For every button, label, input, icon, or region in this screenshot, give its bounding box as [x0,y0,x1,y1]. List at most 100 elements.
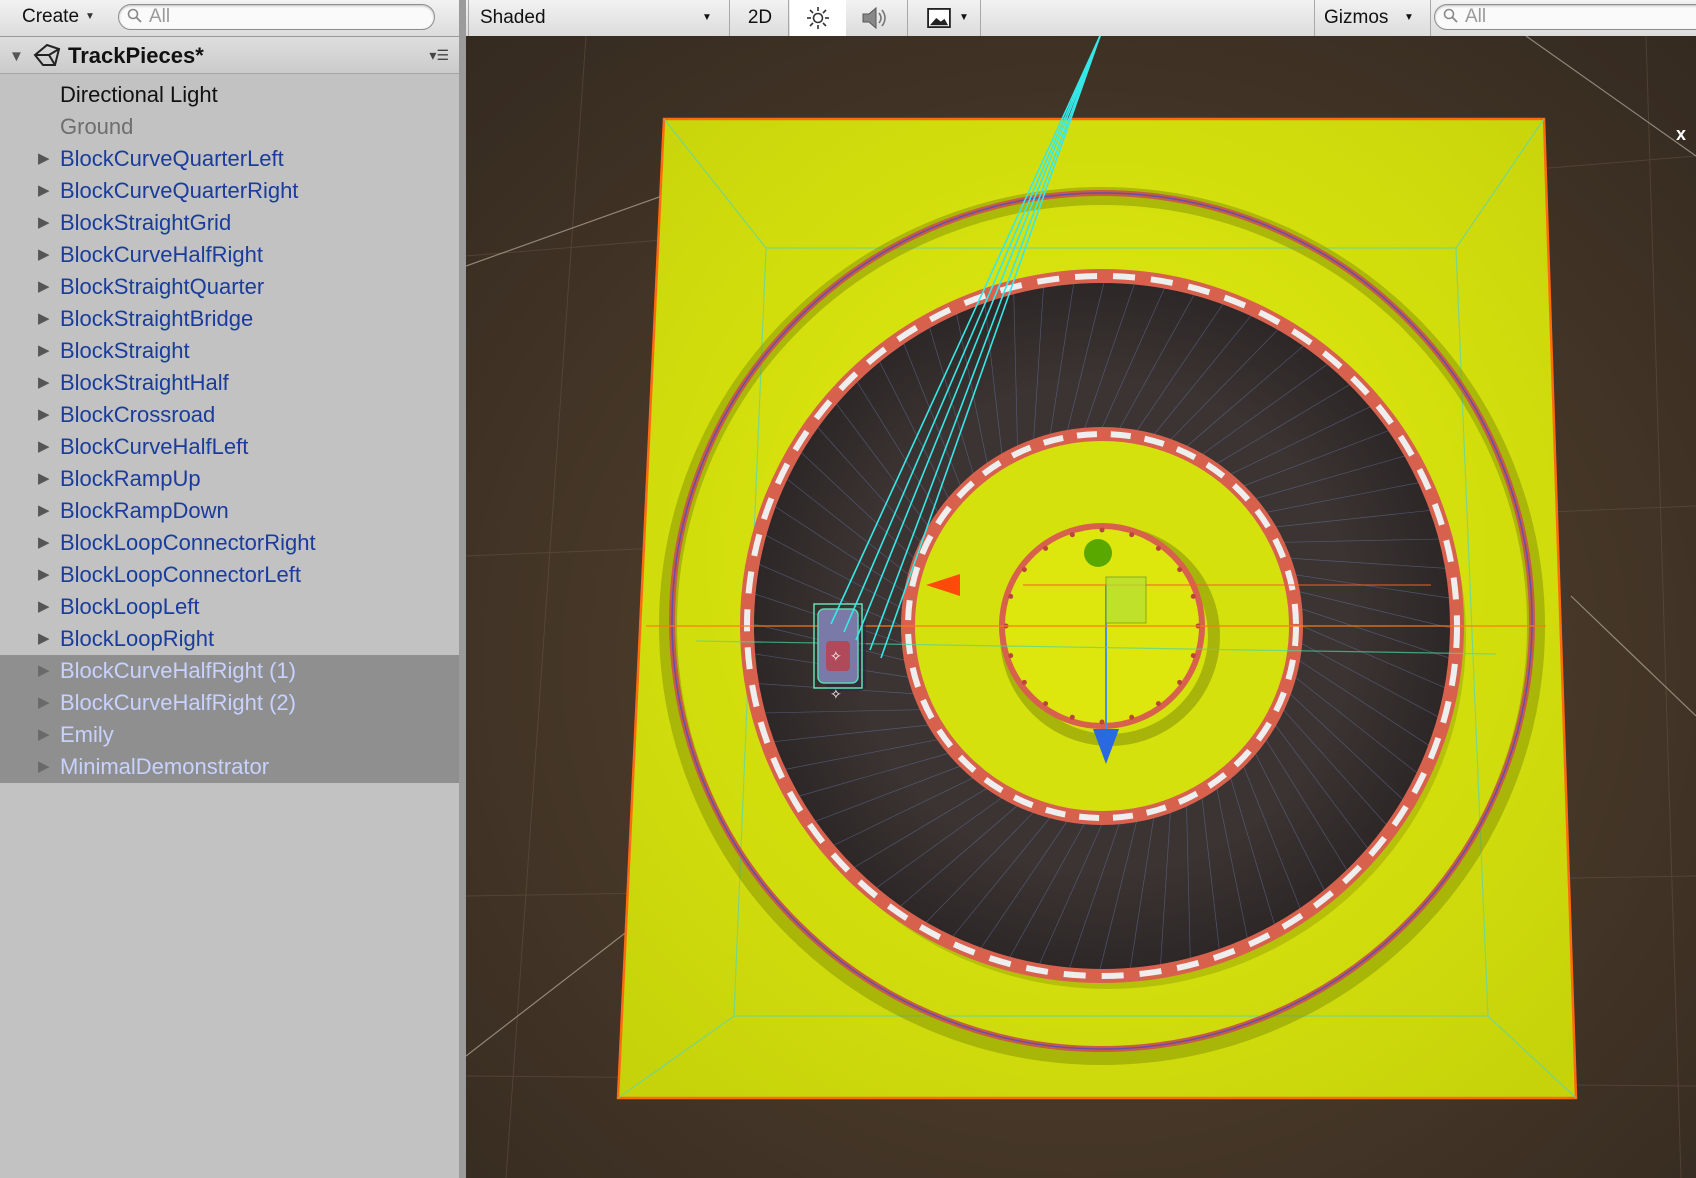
expand-arrow-icon[interactable]: ▶ [38,591,50,623]
hierarchy-item[interactable]: ▶ BlockCurveHalfRight (2) [0,687,459,719]
expand-arrow-icon[interactable]: ▶ [38,207,50,239]
svg-text:✧: ✧ [830,687,842,703]
hierarchy-item-label: BlockStraightBridge [60,306,254,331]
car-object[interactable]: ✧ ✧ [813,603,866,703]
hierarchy-item[interactable]: ▶ BlockLoopConnectorLeft [0,559,459,591]
scene-search-input[interactable]: All [1434,4,1696,30]
expand-arrow-icon[interactable]: ▼ [9,49,24,64]
chevron-down-icon: ▼ [959,12,969,23]
hierarchy-item[interactable]: ▶ BlockCurveHalfRight [0,239,459,271]
2d-toggle-button[interactable]: 2D [738,5,782,31]
hierarchy-item-label: BlockStraightGrid [60,210,232,235]
y-axis-handle[interactable] [1084,539,1112,567]
gizmos-dropdown[interactable]: Gizmos ▼ [1324,0,1424,36]
hierarchy-item-label: BlockCurveHalfLeft [60,434,249,459]
search-icon [127,8,142,23]
expand-arrow-icon[interactable]: ▶ [38,431,50,463]
hierarchy-item-label: BlockCurveHalfRight [60,242,263,267]
hierarchy-item-label: BlockStraight [60,338,190,363]
search-icon [1443,8,1458,23]
panel-splitter[interactable] [459,0,466,1178]
expand-arrow-icon[interactable]: ▶ [38,687,50,719]
hierarchy-item[interactable]: ▶ BlockStraightGrid [0,207,459,239]
expand-arrow-icon[interactable]: ▶ [38,559,50,591]
scene-view: Shaded ▼ 2D ▼ Gizmos ▼ All ✧ ✧ x [466,0,1696,1178]
expand-arrow-icon[interactable]: ▶ [38,463,50,495]
expand-arrow-icon[interactable]: ▶ [38,143,50,175]
expand-arrow-icon[interactable]: ▶ [38,719,50,751]
scene-render: ✧ ✧ x [466,36,1696,1178]
hierarchy-item-label: MinimalDemonstrator [60,754,270,779]
svg-text:✧: ✧ [830,649,842,665]
hierarchy-item[interactable]: ▶ BlockRampDown [0,495,459,527]
hierarchy-item-label: Ground [60,114,134,139]
speaker-icon [862,6,886,30]
hierarchy-item[interactable]: ▶ BlockLoopRight [0,623,459,655]
hierarchy-item[interactable]: ▶ BlockRampUp [0,463,459,495]
hierarchy-item-label: BlockCurveQuarterRight [60,178,299,203]
hierarchy-item[interactable]: ▶ BlockStraightBridge [0,303,459,335]
hierarchy-item[interactable]: ▶ BlockCurveHalfLeft [0,431,459,463]
axis-label-x: x [1676,124,1686,144]
chevron-down-icon: ▼ [85,11,95,22]
hierarchy-item-label: BlockLoopRight [60,626,215,651]
expand-arrow-icon[interactable]: ▶ [38,271,50,303]
scene-menu-icon[interactable]: ▾☰ [429,47,449,64]
hierarchy-item[interactable]: ▶ BlockCurveHalfRight (1) [0,655,459,687]
hierarchy-item-label: BlockLoopLeft [60,594,200,619]
create-dropdown[interactable]: Create ▼ [12,4,105,30]
expand-arrow-icon[interactable]: ▶ [38,367,50,399]
search-placeholder: All [149,6,171,27]
hierarchy-item-label: BlockStraightQuarter [60,274,265,299]
hierarchy-item-label: BlockLoopConnectorLeft [60,562,301,587]
plane-handle[interactable] [1105,576,1147,624]
sun-icon [807,7,829,29]
audio-toggle-button[interactable] [848,0,904,36]
expand-arrow-icon[interactable]: ▶ [38,399,50,431]
hierarchy-item-label: BlockCurveHalfRight (1) [60,658,296,683]
expand-arrow-icon[interactable]: ▶ [38,751,50,783]
hierarchy-item[interactable]: ▶ Emily [0,719,459,751]
hierarchy-item-label: BlockRampUp [60,466,201,491]
shading-mode-dropdown[interactable]: Shaded ▼ [480,0,724,36]
search-placeholder: All [1465,6,1487,27]
hierarchy-item-label: Emily [60,722,114,747]
scene-viewport[interactable]: ✧ ✧ x [466,36,1696,1178]
hierarchy-item-label: Directional Light [60,82,218,107]
image-effects-icon [927,8,951,28]
chevron-down-icon: ▼ [1404,12,1414,23]
hierarchy-toolbar: Create ▼ All [0,0,459,37]
gizmos-label: Gizmos [1324,7,1389,28]
hierarchy-item[interactable]: ▶ BlockCurveQuarterRight [0,175,459,207]
scene-header[interactable]: ▼ TrackPieces* ▾☰ [0,37,459,74]
hierarchy-item[interactable]: ▶ BlockLoopLeft [0,591,459,623]
create-label: Create [22,6,80,27]
scene-toolbar: Shaded ▼ 2D ▼ Gizmos ▼ All [466,0,1696,37]
expand-arrow-icon[interactable]: ▶ [38,303,50,335]
hierarchy-item[interactable]: ▶ BlockCurveQuarterLeft [0,143,459,175]
expand-arrow-icon[interactable]: ▶ [38,239,50,271]
expand-arrow-icon[interactable]: ▶ [38,335,50,367]
hierarchy-item[interactable]: ▶ BlockStraightHalf [0,367,459,399]
hierarchy-search-input[interactable]: All [118,4,435,30]
hierarchy-panel: Create ▼ All ▼ TrackPieces* ▾☰ Directiona… [0,0,460,1178]
hierarchy-item-label: BlockCurveQuarterLeft [60,146,284,171]
expand-arrow-icon[interactable]: ▶ [38,495,50,527]
hierarchy-item[interactable]: ▶ MinimalDemonstrator [0,751,459,783]
expand-arrow-icon[interactable]: ▶ [38,175,50,207]
hierarchy-item-label: BlockStraightHalf [60,370,229,395]
hierarchy-item-label: BlockLoopConnectorRight [60,530,316,555]
hierarchy-item[interactable]: ▶ BlockLoopConnectorRight [0,527,459,559]
hierarchy-item[interactable]: ▶ BlockCrossroad [0,399,459,431]
expand-arrow-icon[interactable]: ▶ [38,623,50,655]
expand-arrow-icon[interactable]: ▶ [38,527,50,559]
lighting-toggle-button[interactable] [790,0,846,36]
expand-arrow-icon[interactable]: ▶ [38,655,50,687]
unity-scene-icon [33,43,61,66]
effects-dropdown[interactable]: ▼ [909,0,975,36]
hierarchy-item-label: BlockRampDown [60,498,229,523]
hierarchy-item[interactable]: ▶ BlockStraightQuarter [0,271,459,303]
hierarchy-item[interactable]: Directional Light [0,79,459,111]
hierarchy-item[interactable]: ▶ BlockStraight [0,335,459,367]
hierarchy-item[interactable]: Ground [0,111,459,143]
